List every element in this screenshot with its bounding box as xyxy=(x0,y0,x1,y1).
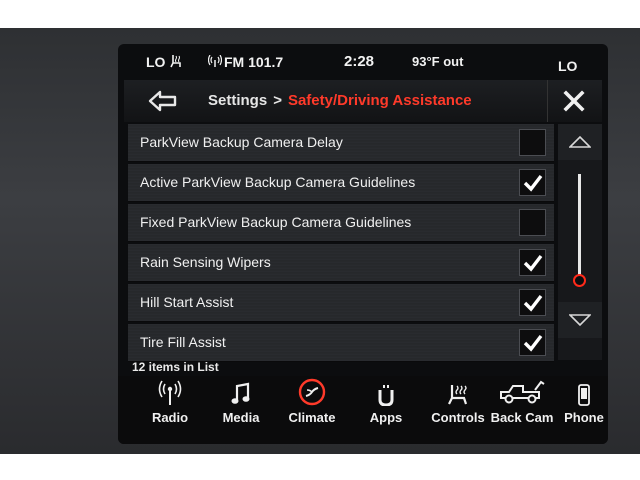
breadcrumb-current-page: Safety/Driving Assistance xyxy=(287,92,472,109)
setting-label: Rain Sensing Wipers xyxy=(140,254,271,270)
nav-phone[interactable]: Phone xyxy=(562,376,606,442)
setting-row-hill-start[interactable]: Hill Start Assist xyxy=(128,284,554,322)
scroll-down-button[interactable] xyxy=(558,302,602,338)
apps-icon xyxy=(377,376,395,406)
nav-label: Media xyxy=(222,410,260,425)
scroll-up-button[interactable] xyxy=(558,124,602,160)
setting-label: Fixed ParkView Backup Camera Guidelines xyxy=(140,214,412,230)
nav-apps[interactable]: Apps xyxy=(364,376,408,442)
setting-row-active-guidelines[interactable]: Active ParkView Backup Camera Guidelines xyxy=(128,164,554,202)
radio-signal-icon xyxy=(207,54,223,70)
nav-label: Radio xyxy=(151,410,189,425)
checkbox-rain-wipers[interactable] xyxy=(519,249,546,276)
checkbox-hill-start[interactable] xyxy=(519,289,546,316)
close-icon xyxy=(563,90,585,112)
close-button[interactable] xyxy=(547,80,600,122)
scroll-column xyxy=(558,124,602,360)
outside-temperature: 93°F out xyxy=(412,54,464,69)
setting-label: Active ParkView Backup Camera Guidelines xyxy=(140,174,416,190)
nav-label: Apps xyxy=(369,410,403,425)
heated-seat-icon xyxy=(170,54,182,71)
status-bar: LO FM 101.7 2:28 93°F out LO xyxy=(118,44,608,78)
nav-media[interactable]: Media xyxy=(214,376,268,442)
setting-row-tire-fill[interactable]: Tire Fill Assist xyxy=(128,324,554,362)
chevron-down-icon xyxy=(569,314,591,326)
clock: 2:28 xyxy=(344,53,375,70)
settings-list: ParkView Backup Camera Delay Active Park… xyxy=(128,124,554,362)
item-count: 12 items in List xyxy=(132,360,219,374)
bottom-nav-bar: Radio Media Climate Apps Controls Back C… xyxy=(118,376,608,444)
checkbox-parkview-delay[interactable] xyxy=(519,129,546,156)
checkbox-tire-fill[interactable] xyxy=(519,329,546,356)
nav-back-cam[interactable]: Back Cam xyxy=(490,376,554,442)
nav-radio[interactable]: Radio xyxy=(148,376,192,442)
heated-seat-icon xyxy=(446,376,470,406)
checkbox-fixed-guidelines[interactable] xyxy=(519,209,546,236)
checkmark-icon xyxy=(523,174,542,192)
breadcrumb-settings[interactable]: Settings xyxy=(208,92,267,109)
setting-row-rain-wipers[interactable]: Rain Sensing Wipers xyxy=(128,244,554,282)
driver-climate-setting[interactable]: LO xyxy=(146,54,165,70)
setting-label: ParkView Backup Camera Delay xyxy=(140,134,343,150)
setting-label: Hill Start Assist xyxy=(140,294,234,310)
checkmark-icon xyxy=(523,334,542,352)
back-arrow-icon xyxy=(148,90,177,112)
setting-label: Tire Fill Assist xyxy=(140,334,226,350)
nav-label: Climate xyxy=(288,410,336,425)
nav-climate[interactable]: Climate xyxy=(284,376,340,442)
setting-row-parkview-delay[interactable]: ParkView Backup Camera Delay xyxy=(128,124,554,162)
scrollbar-track[interactable] xyxy=(578,174,581,278)
infotainment-screen: LO FM 101.7 2:28 93°F out LO Settings > Sa… xyxy=(118,44,608,444)
nav-controls[interactable]: Controls xyxy=(430,376,486,442)
checkmark-icon xyxy=(523,254,542,272)
radio-station: FM 101.7 xyxy=(224,54,284,70)
nav-label: Phone xyxy=(564,410,604,425)
checkmark-icon xyxy=(523,294,542,312)
music-note-icon xyxy=(231,376,251,406)
radio-antenna-icon xyxy=(158,376,182,406)
setting-row-fixed-guidelines[interactable]: Fixed ParkView Backup Camera Guidelines xyxy=(128,204,554,242)
nav-label: Back Cam xyxy=(490,410,554,425)
passenger-climate-setting[interactable]: LO xyxy=(558,58,577,74)
climate-fan-icon xyxy=(298,376,326,406)
settings-header: Settings > Safety/Driving Assistance xyxy=(124,80,602,122)
phone-icon xyxy=(578,376,590,406)
checkbox-active-guidelines[interactable] xyxy=(519,169,546,196)
breadcrumb: Settings > Safety/Driving Assistance xyxy=(208,92,472,109)
scrollbar-thumb[interactable] xyxy=(573,274,586,287)
chevron-up-icon xyxy=(569,136,591,148)
truck-icon xyxy=(499,376,545,406)
nav-label: Controls xyxy=(431,410,485,425)
breadcrumb-separator: > xyxy=(273,92,282,109)
back-button[interactable] xyxy=(134,84,192,118)
